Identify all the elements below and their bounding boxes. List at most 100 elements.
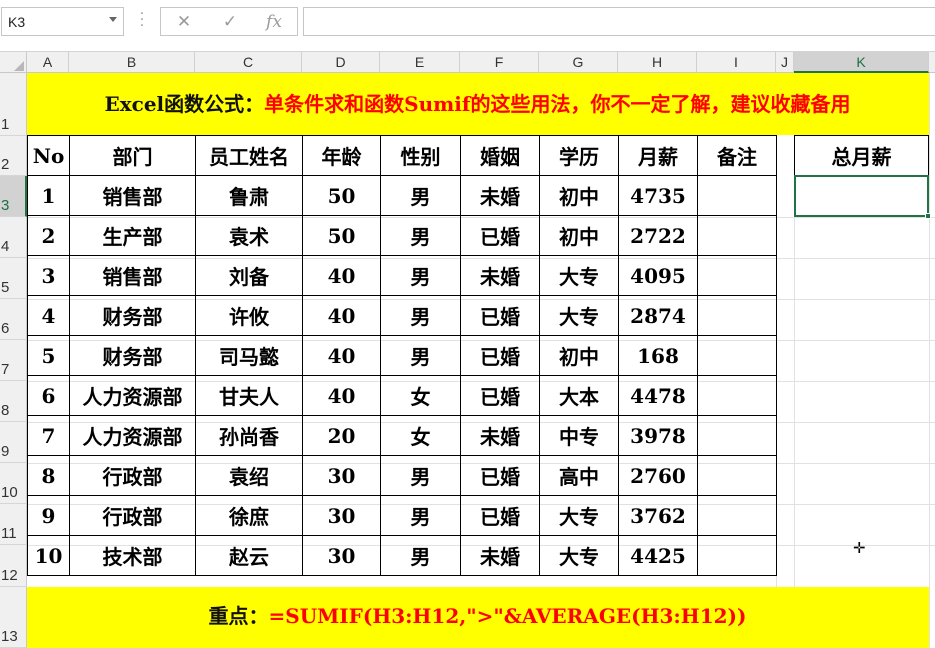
cell-remark[interactable] xyxy=(697,295,777,336)
cell-remark[interactable] xyxy=(697,175,777,216)
column-header-j[interactable]: J xyxy=(776,52,794,73)
cell-salary[interactable]: 4095 xyxy=(618,255,698,296)
cell-marital[interactable]: 已婚 xyxy=(460,215,540,256)
cell-remark[interactable] xyxy=(697,215,777,256)
header-cell-age[interactable]: 年龄 xyxy=(302,135,381,176)
cell-no[interactable]: 4 xyxy=(27,295,70,336)
cell-department[interactable]: 财务部 xyxy=(69,295,196,336)
column-header-e[interactable]: E xyxy=(380,52,460,73)
cell-marital[interactable]: 未婚 xyxy=(460,175,540,216)
cell-marital[interactable]: 未婚 xyxy=(460,415,540,456)
cell-education[interactable]: 初中 xyxy=(539,215,619,256)
header-cell-education[interactable]: 学历 xyxy=(539,135,619,176)
column-header-b[interactable]: B xyxy=(69,52,195,73)
enter-icon[interactable]: ✓ xyxy=(219,12,241,32)
cell-gender[interactable]: 男 xyxy=(380,255,461,296)
cell-name[interactable]: 刘备 xyxy=(195,255,303,296)
cell-age[interactable]: 40 xyxy=(302,255,381,296)
cell-department[interactable]: 生产部 xyxy=(69,215,196,256)
cell-education[interactable]: 大本 xyxy=(539,375,619,416)
row-header-3[interactable]: 3 xyxy=(0,176,27,217)
cell-name[interactable]: 徐庶 xyxy=(195,495,303,536)
cell-marital[interactable]: 已婚 xyxy=(460,295,540,336)
row-header-2[interactable]: 2 xyxy=(0,136,27,176)
cell-education[interactable]: 大专 xyxy=(539,495,619,536)
name-box[interactable]: K3 xyxy=(1,7,124,36)
header-cell-name[interactable]: 员工姓名 xyxy=(195,135,303,176)
cell-department[interactable]: 行政部 xyxy=(69,495,196,536)
header-cell-remark[interactable]: 备注 xyxy=(697,135,777,176)
cell-department[interactable]: 销售部 xyxy=(69,255,196,296)
cell-marital[interactable]: 已婚 xyxy=(460,455,540,496)
cell-remark[interactable] xyxy=(697,415,777,456)
cell-marital[interactable]: 未婚 xyxy=(460,535,540,576)
chevron-down-icon[interactable] xyxy=(109,17,117,22)
cell-education[interactable]: 大专 xyxy=(539,255,619,296)
row-header-6[interactable]: 6 xyxy=(0,299,27,340)
cell-department[interactable]: 财务部 xyxy=(69,335,196,376)
cell-gender[interactable]: 男 xyxy=(380,455,461,496)
cell-salary[interactable]: 4735 xyxy=(618,175,698,216)
cell-salary[interactable]: 2722 xyxy=(618,215,698,256)
cell-marital[interactable]: 已婚 xyxy=(460,375,540,416)
cell-gender[interactable]: 男 xyxy=(380,535,461,576)
insert-function-icon[interactable]: fx xyxy=(263,12,285,32)
cell-name[interactable]: 甘夫人 xyxy=(195,375,303,416)
cell-age[interactable]: 50 xyxy=(302,215,381,256)
cell-name[interactable]: 鲁肃 xyxy=(195,175,303,216)
row-header-1[interactable]: 1 xyxy=(0,73,27,136)
cell-age[interactable]: 50 xyxy=(302,175,381,216)
cell-salary[interactable]: 168 xyxy=(618,335,698,376)
cell-gender[interactable]: 男 xyxy=(380,495,461,536)
cell-age[interactable]: 30 xyxy=(302,455,381,496)
cell-age[interactable]: 40 xyxy=(302,295,381,336)
cell-gender[interactable]: 男 xyxy=(380,215,461,256)
cell-no[interactable]: 7 xyxy=(27,415,70,456)
cancel-icon[interactable]: ✕ xyxy=(173,12,195,32)
cell-name[interactable]: 赵云 xyxy=(195,535,303,576)
cell-gender[interactable]: 男 xyxy=(380,175,461,216)
cell-department[interactable]: 人力资源部 xyxy=(69,375,196,416)
formula-input[interactable] xyxy=(303,7,935,36)
cell-salary[interactable]: 4425 xyxy=(618,535,698,576)
row-header-5[interactable]: 5 xyxy=(0,258,27,299)
cell-no[interactable]: 9 xyxy=(27,495,70,536)
cell-education[interactable]: 大专 xyxy=(539,535,619,576)
column-header-f[interactable]: F xyxy=(460,52,539,73)
row-header-11[interactable]: 11 xyxy=(0,504,27,545)
cell-department[interactable]: 人力资源部 xyxy=(69,415,196,456)
cell-no[interactable]: 10 xyxy=(27,535,70,576)
cell-remark[interactable] xyxy=(697,255,777,296)
cell-name[interactable]: 袁术 xyxy=(195,215,303,256)
cell-salary[interactable]: 2760 xyxy=(618,455,698,496)
cell-education[interactable]: 初中 xyxy=(539,175,619,216)
cell-age[interactable]: 20 xyxy=(302,415,381,456)
cell-marital[interactable]: 已婚 xyxy=(460,335,540,376)
row-header-13[interactable]: 13 xyxy=(0,587,27,648)
row-header-12[interactable]: 12 xyxy=(0,545,27,587)
cell-no[interactable]: 8 xyxy=(27,455,70,496)
cell-age[interactable]: 30 xyxy=(302,535,381,576)
cell-salary[interactable]: 2874 xyxy=(618,295,698,336)
column-header-a[interactable]: A xyxy=(27,52,69,73)
cell-remark[interactable] xyxy=(697,495,777,536)
row-header-8[interactable]: 8 xyxy=(0,381,27,422)
row-header-10[interactable]: 10 xyxy=(0,463,27,504)
cell-education[interactable]: 大专 xyxy=(539,295,619,336)
cell-department[interactable]: 行政部 xyxy=(69,455,196,496)
cell-name[interactable]: 司马懿 xyxy=(195,335,303,376)
cell-name[interactable]: 孙尚香 xyxy=(195,415,303,456)
cell-department[interactable]: 销售部 xyxy=(69,175,196,216)
header-cell-gender[interactable]: 性别 xyxy=(380,135,461,176)
cell-no[interactable]: 6 xyxy=(27,375,70,416)
cell-age[interactable]: 40 xyxy=(302,375,381,416)
cell-marital[interactable]: 已婚 xyxy=(460,495,540,536)
cell-remark[interactable] xyxy=(697,335,777,376)
column-header-k[interactable]: K xyxy=(794,52,929,73)
column-header-i[interactable]: I xyxy=(697,52,776,73)
fill-handle[interactable] xyxy=(925,213,931,219)
cell-marital[interactable]: 未婚 xyxy=(460,255,540,296)
header-cell-department[interactable]: 部门 xyxy=(69,135,196,176)
row-header-4[interactable]: 4 xyxy=(0,217,27,258)
cell-salary[interactable]: 3762 xyxy=(618,495,698,536)
